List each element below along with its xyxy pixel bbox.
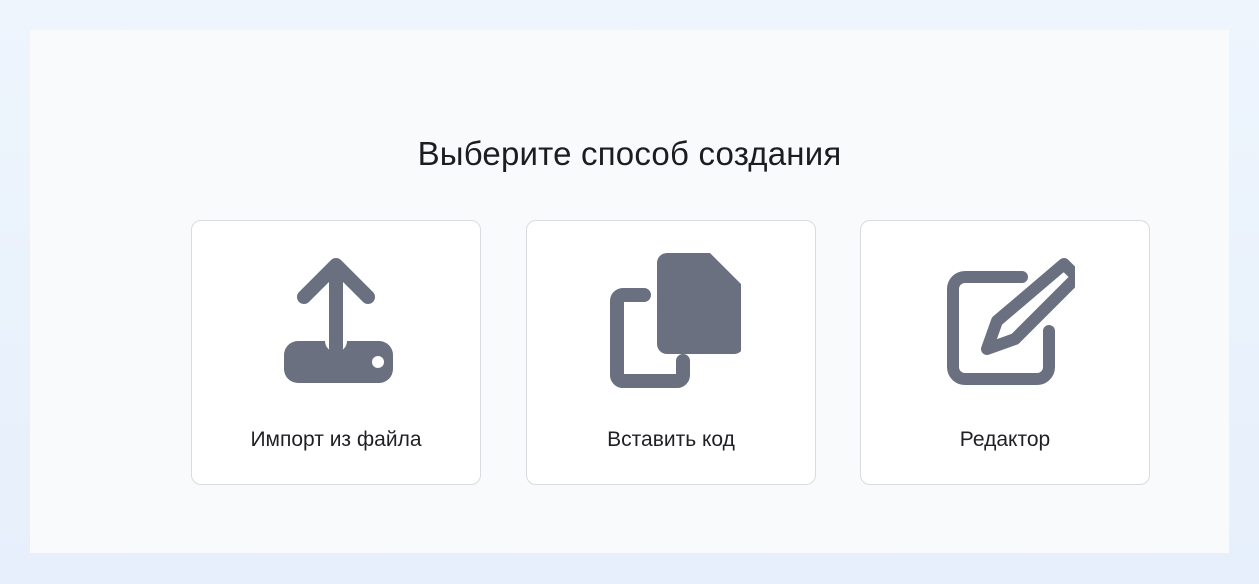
creation-method-panel: Выберите способ создания Импорт из файла… — [30, 30, 1229, 553]
import-from-file-label: Импорт из файла — [250, 428, 422, 451]
upload-icon — [284, 258, 393, 383]
paste-code-label: Вставить код — [607, 428, 735, 451]
editor-option[interactable]: Редактор — [860, 220, 1150, 485]
edit-icon — [947, 258, 1075, 385]
editor-label: Редактор — [959, 428, 1051, 451]
import-from-file-option[interactable]: Импорт из файла — [191, 220, 481, 485]
paste-code-option[interactable]: Вставить код — [526, 220, 816, 485]
page-title: Выберите способ создания — [417, 135, 842, 172]
copy-icon — [610, 253, 741, 388]
